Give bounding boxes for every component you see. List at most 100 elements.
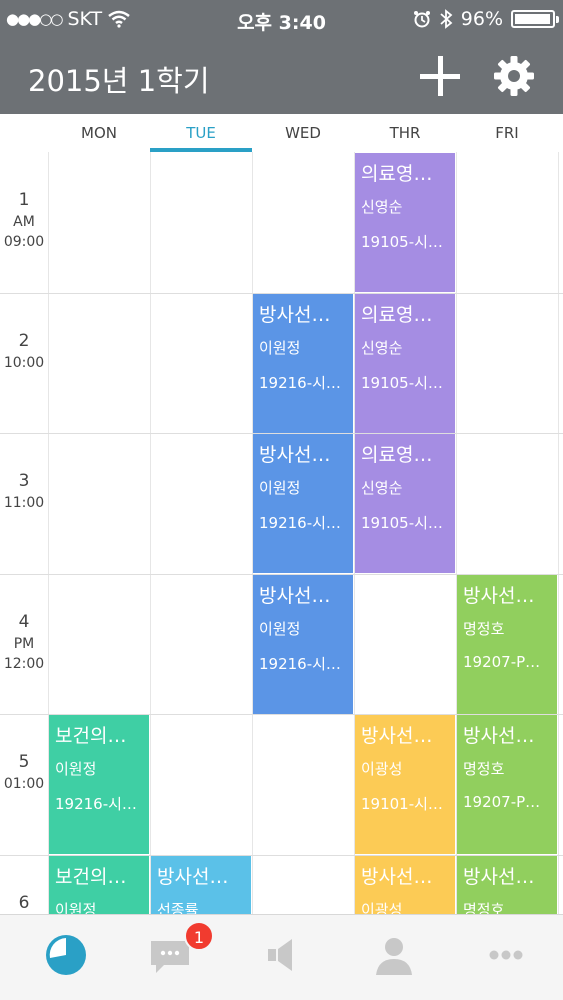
class-professor: 선종률 (157, 901, 199, 914)
period-number: 5 (18, 752, 30, 772)
add-class-button[interactable] (418, 54, 462, 98)
class-professor: 신영순 (361, 479, 403, 497)
period-time: 11:00 (3, 495, 45, 511)
period-ampm: AM (13, 214, 35, 230)
period-number: 3 (18, 471, 30, 491)
class-title: 방사선… (361, 725, 433, 747)
period-time: 01:00 (3, 776, 45, 792)
day-header-mon[interactable]: MON (48, 114, 150, 152)
class-professor: 명정호 (463, 760, 505, 778)
megaphone-icon (268, 939, 292, 971)
class-professor: 이광성 (361, 901, 403, 914)
class-room: 19216-시… (259, 655, 341, 673)
class-professor: 명정호 (463, 620, 505, 638)
battery-percent: 96% (460, 8, 503, 30)
period-time: 12:00 (3, 656, 45, 672)
class-block[interactable]: 방사선… 이광성 (355, 856, 455, 914)
class-title: 방사선… (157, 866, 229, 888)
class-block[interactable]: 방사선… 명정호 (457, 856, 557, 914)
class-block[interactable]: 보건의… 이원정 19216-시… (49, 715, 149, 854)
period-label: 2 10:00 (0, 331, 48, 371)
tab-more[interactable] (450, 915, 562, 1000)
class-title: 의료영… (361, 444, 433, 466)
day-header-thr[interactable]: THR (354, 114, 456, 152)
class-block[interactable]: 방사선… 명정호 19207-P… (457, 575, 557, 714)
class-professor: 이원정 (55, 760, 97, 778)
class-block[interactable]: 방사선… 선종률 (151, 856, 251, 914)
class-professor: 이원정 (259, 339, 301, 357)
class-block[interactable]: 방사선… 이원정 19216-시… (253, 575, 353, 714)
bluetooth-icon (440, 9, 453, 29)
class-room: 19207-P… (463, 653, 541, 671)
alarm-clock-icon (413, 11, 430, 28)
gear-icon (494, 56, 534, 96)
class-professor: 이원정 (55, 901, 97, 914)
class-title: 방사선… (259, 585, 331, 607)
settings-button[interactable] (492, 54, 536, 98)
tab-profile[interactable] (338, 915, 450, 1000)
class-block[interactable]: 의료영… 신영순 19105-시… (355, 294, 455, 433)
period-label: 3 11:00 (0, 471, 48, 511)
class-block[interactable]: 의료영… 신영순 19105-시… (355, 153, 455, 292)
class-professor: 명정호 (463, 901, 505, 914)
grid-column-divider (558, 152, 559, 914)
class-room: 19207-P… (463, 793, 541, 811)
class-room: 19105-시… (361, 233, 443, 251)
class-title: 보건의… (55, 725, 127, 747)
class-professor: 이원정 (259, 479, 301, 497)
period-time: 09:00 (3, 234, 45, 250)
class-block[interactable]: 방사선… 이원정 19216-시… (253, 294, 353, 433)
class-title: 보건의… (55, 866, 127, 888)
class-room: 19101-시… (361, 795, 443, 813)
class-professor: 신영순 (361, 339, 403, 357)
tab-timetable[interactable] (10, 915, 122, 1000)
bottom-tab-bar: 1 (0, 914, 563, 1000)
class-block[interactable]: 방사선… 명정호 19207-P… (457, 715, 557, 854)
class-block[interactable]: 방사선… 이광성 19101-시… (355, 715, 455, 854)
tab-notices[interactable] (226, 915, 338, 1000)
day-header-wed[interactable]: WED (252, 114, 354, 152)
class-title: 방사선… (259, 444, 331, 466)
timetable-clock-icon (46, 935, 86, 975)
period-label: 5 01:00 (0, 752, 48, 792)
period-number: 4 (18, 612, 30, 632)
status-bar: ●●●○○ SKT 오후 3:40 96% (0, 0, 563, 40)
class-professor: 이원정 (259, 620, 301, 638)
top-bar: ●●●○○ SKT 오후 3:40 96% 2015년 1학기 (0, 0, 563, 114)
class-block[interactable]: 보건의… 이원정 (49, 856, 149, 914)
class-room: 19216-시… (259, 514, 341, 532)
class-title: 방사선… (259, 304, 331, 326)
more-dots-icon (489, 950, 523, 960)
class-block[interactable]: 방사선… 이원정 19216-시… (253, 434, 353, 573)
tab-messages[interactable]: 1 (114, 915, 226, 1000)
period-time: 10:00 (3, 355, 45, 371)
grid-column-divider (150, 152, 151, 914)
class-room: 19216-시… (55, 795, 137, 813)
class-title: 의료영… (361, 163, 433, 185)
day-header-tue[interactable]: TUE (150, 114, 252, 152)
class-title: 방사선… (463, 585, 535, 607)
class-room: 19216-시… (259, 374, 341, 392)
period-label: 6 (0, 893, 48, 913)
class-block[interactable]: 의료영… 신영순 19105-시… (355, 434, 455, 573)
semester-title[interactable]: 2015년 1학기 (28, 58, 210, 100)
class-title: 방사선… (463, 725, 535, 747)
period-number: 6 (18, 893, 30, 913)
class-professor: 이광성 (361, 760, 403, 778)
weekday-header: MON TUE WED THR FRI (0, 114, 563, 152)
class-title: 방사선… (463, 866, 535, 888)
unread-badge: 1 (184, 921, 214, 951)
person-icon (376, 938, 412, 975)
day-header-fri[interactable]: FRI (456, 114, 558, 152)
class-title: 의료영… (361, 304, 433, 326)
class-title: 방사선… (361, 866, 433, 888)
battery-icon (511, 10, 559, 28)
class-professor: 신영순 (361, 198, 403, 216)
period-label: 1 AM 09:00 (0, 190, 48, 250)
period-number: 1 (18, 190, 30, 210)
class-room: 19105-시… (361, 374, 443, 392)
timetable-grid: 1 AM 09:00 2 10:00 3 11:00 4 PM 12:00 5 01:00 6 의료영… 신… (0, 152, 563, 914)
period-ampm: PM (13, 636, 35, 652)
class-room: 19105-시… (361, 514, 443, 532)
period-label: 4 PM 12:00 (0, 612, 48, 672)
